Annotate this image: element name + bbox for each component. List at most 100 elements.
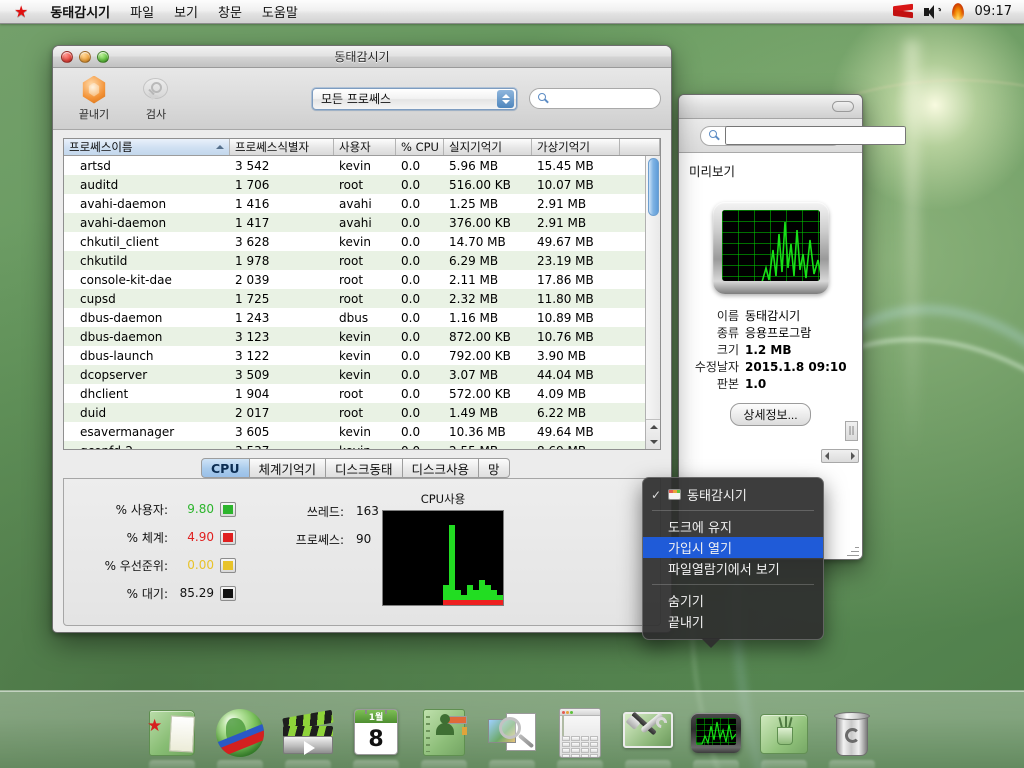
column-header-real-memory[interactable]: 실지기억기	[444, 139, 532, 155]
dock-item-calculator[interactable]	[551, 704, 609, 762]
info-search-input[interactable]	[725, 126, 906, 145]
table-row[interactable]: dhclient1 904root0.0572.00 KB4.09 MB	[64, 384, 645, 403]
table-row[interactable]: dbus-daemon3 123kevin0.0872.00 KB10.76 M…	[64, 327, 645, 346]
desktop[interactable]: ★ 동태감시기 파일 보기 창문 도움말 09:17	[0, 0, 1024, 768]
tab-체계기억기[interactable]: 체계기억기	[250, 458, 327, 478]
table-row[interactable]: auditd1 706root0.0516.00 KB10.07 MB	[64, 175, 645, 194]
dock-item-address-book[interactable]	[415, 704, 473, 762]
dock-item-web-browser[interactable]	[211, 704, 269, 762]
table-row[interactable]: gconfd-23 537kevin0.02.55 MB8.69 MB	[64, 441, 645, 449]
dock-item-trash[interactable]	[823, 704, 881, 762]
vertical-scrollbar[interactable]	[645, 156, 660, 449]
hammer-wrench-icon	[623, 712, 673, 754]
dock-item-utilities-folder[interactable]	[755, 704, 813, 762]
cpu-graph-cell-user	[449, 550, 455, 555]
dock-item-system-utilities[interactable]	[619, 704, 677, 762]
split-grip-handle[interactable]: ||	[845, 421, 858, 441]
toolbar-search-field[interactable]	[529, 88, 661, 109]
detail-key: 판본	[689, 376, 745, 393]
column-header-pid[interactable]: 프로쎄스식별자	[230, 139, 334, 155]
context-menu-item-quit[interactable]: 끝내기	[643, 611, 823, 632]
tab-디스크사용[interactable]: 디스크사용	[403, 458, 480, 478]
scroll-down-icon[interactable]	[650, 440, 658, 444]
cpu-graph-cell-user	[449, 570, 455, 575]
cell-pid: 3 628	[230, 235, 334, 249]
dock-context-menu[interactable]: ✓ 동태감시기 도크에 유지 가입시 열기 파일열람기에서 보기 숨기기 끝내기	[642, 477, 824, 640]
table-row[interactable]: cupsd1 725root0.02.32 MB11.80 MB	[64, 289, 645, 308]
inspect-button[interactable]: 검사	[125, 76, 187, 122]
info-window-titlebar[interactable]	[679, 95, 862, 119]
cpu-graph-cell-user	[449, 555, 455, 560]
process-table[interactable]: 프로쎄스이름 프로쎄스식별자 사용자 % CPU 실지기억기 가상기억기 art…	[63, 138, 661, 450]
quit-process-button[interactable]: 끝내기	[63, 76, 125, 122]
speaker-icon[interactable]	[924, 5, 941, 19]
table-row[interactable]: duid2 017root0.01.49 MB6.22 MB	[64, 403, 645, 422]
tab-CPU[interactable]: CPU	[201, 458, 250, 478]
scroll-up-icon[interactable]	[650, 425, 658, 429]
tab-망[interactable]: 망	[479, 458, 510, 478]
flame-icon[interactable]	[952, 3, 964, 20]
info-search-field[interactable]	[700, 126, 842, 146]
context-menu-item-open-at-login[interactable]: 가입시 열기	[643, 537, 823, 558]
process-table-body[interactable]: artsd3 542kevin0.05.96 MB15.45 MBauditd1…	[64, 156, 645, 449]
more-info-button[interactable]: 상세정보...	[730, 403, 810, 426]
toolbar-search-input[interactable]	[554, 92, 652, 105]
context-menu-app-row[interactable]: ✓ 동태감시기	[643, 484, 823, 505]
calculator-icon	[559, 708, 601, 758]
close-button[interactable]	[61, 51, 73, 63]
red-star-icon: ★	[14, 4, 28, 20]
table-row[interactable]: artsd3 542kevin0.05.96 MB15.45 MB	[64, 156, 645, 175]
resize-handle[interactable]	[847, 544, 859, 556]
context-menu-item-keep-in-dock[interactable]: 도크에 유지	[643, 516, 823, 537]
table-row[interactable]: chkutild1 978root0.06.29 MB23.19 MB	[64, 251, 645, 270]
flag-icon[interactable]	[893, 5, 913, 18]
cell-pid: 1 417	[230, 216, 334, 230]
scroll-right-icon[interactable]	[851, 452, 855, 460]
table-row[interactable]: chkutil_client3 628kevin0.014.70 MB49.67…	[64, 232, 645, 251]
hexagon-stop-icon	[81, 76, 107, 104]
minimize-button[interactable]	[79, 51, 91, 63]
dock-item-calendar[interactable]: 1월 8	[347, 704, 405, 762]
menu-item-window[interactable]: 창문	[208, 0, 252, 23]
column-header-process-name[interactable]: 프로쎄스이름	[64, 139, 230, 155]
window-titlebar[interactable]: 동태감시기	[53, 46, 671, 68]
context-menu-item-hide[interactable]: 숨기기	[643, 590, 823, 611]
dock-item-documents-folder[interactable]: ★	[143, 704, 201, 762]
scroll-left-icon[interactable]	[825, 452, 829, 460]
cell-name: avahi-daemon	[64, 216, 230, 230]
apple-menu-button[interactable]: ★	[0, 4, 40, 20]
cell-cpu: 0.0	[396, 159, 444, 173]
horizontal-scroll-arrows[interactable]	[821, 449, 859, 463]
column-header-cpu[interactable]: % CPU	[396, 139, 444, 155]
table-row[interactable]: avahi-daemon1 417avahi0.0376.00 KB2.91 M…	[64, 213, 645, 232]
column-header-user[interactable]: 사용자	[334, 139, 396, 155]
menu-item-file[interactable]: 파일	[120, 0, 164, 23]
table-row[interactable]: console-kit-dae2 039root0.02.11 MB17.86 …	[64, 270, 645, 289]
context-menu-item-show-in-file-browser[interactable]: 파일열람기에서 보기	[643, 558, 823, 579]
cpu-stat-value: 0.00	[168, 558, 220, 572]
dock-item-image-viewer[interactable]	[483, 704, 541, 762]
table-row[interactable]: esavermanager3 605kevin0.010.36 MB49.64 …	[64, 422, 645, 441]
chevron-updown-icon[interactable]	[497, 90, 514, 108]
toolbar-toggle-button[interactable]	[832, 101, 854, 112]
scrollbar-thumb[interactable]	[648, 158, 659, 216]
process-filter-select[interactable]: 모든 프로쎄스	[312, 88, 517, 110]
scrollbar-arrows[interactable]	[646, 419, 660, 449]
table-row[interactable]: dbus-launch3 122kevin0.0792.00 KB3.90 MB	[64, 346, 645, 365]
tab-디스크동태[interactable]: 디스크동태	[326, 458, 403, 478]
menu-bar-clock[interactable]: 09:17	[975, 4, 1012, 19]
window-controls	[53, 51, 109, 63]
cell-virt: 4.09 MB	[532, 387, 620, 401]
dock-item-media-player[interactable]	[279, 704, 337, 762]
column-header-virtual-memory[interactable]: 가상기억기	[532, 139, 620, 155]
zoom-button[interactable]	[97, 51, 109, 63]
dock-item-activity-monitor[interactable]	[687, 704, 745, 762]
process-table-header: 프로쎄스이름 프로쎄스식별자 사용자 % CPU 실지기억기 가상기억기	[64, 139, 660, 156]
table-row[interactable]: dbus-daemon1 243dbus0.01.16 MB10.89 MB	[64, 308, 645, 327]
menu-item-help[interactable]: 도움말	[252, 0, 308, 23]
table-row[interactable]: dcopserver3 509kevin0.03.07 MB44.04 MB	[64, 365, 645, 384]
activity-monitor-window[interactable]: 동태감시기 끝내기 검사 모든 프로쎄스	[52, 45, 672, 633]
table-row[interactable]: avahi-daemon1 416avahi0.01.25 MB2.91 MB	[64, 194, 645, 213]
menu-item-app[interactable]: 동태감시기	[40, 0, 120, 23]
menu-item-view[interactable]: 보기	[164, 0, 208, 23]
